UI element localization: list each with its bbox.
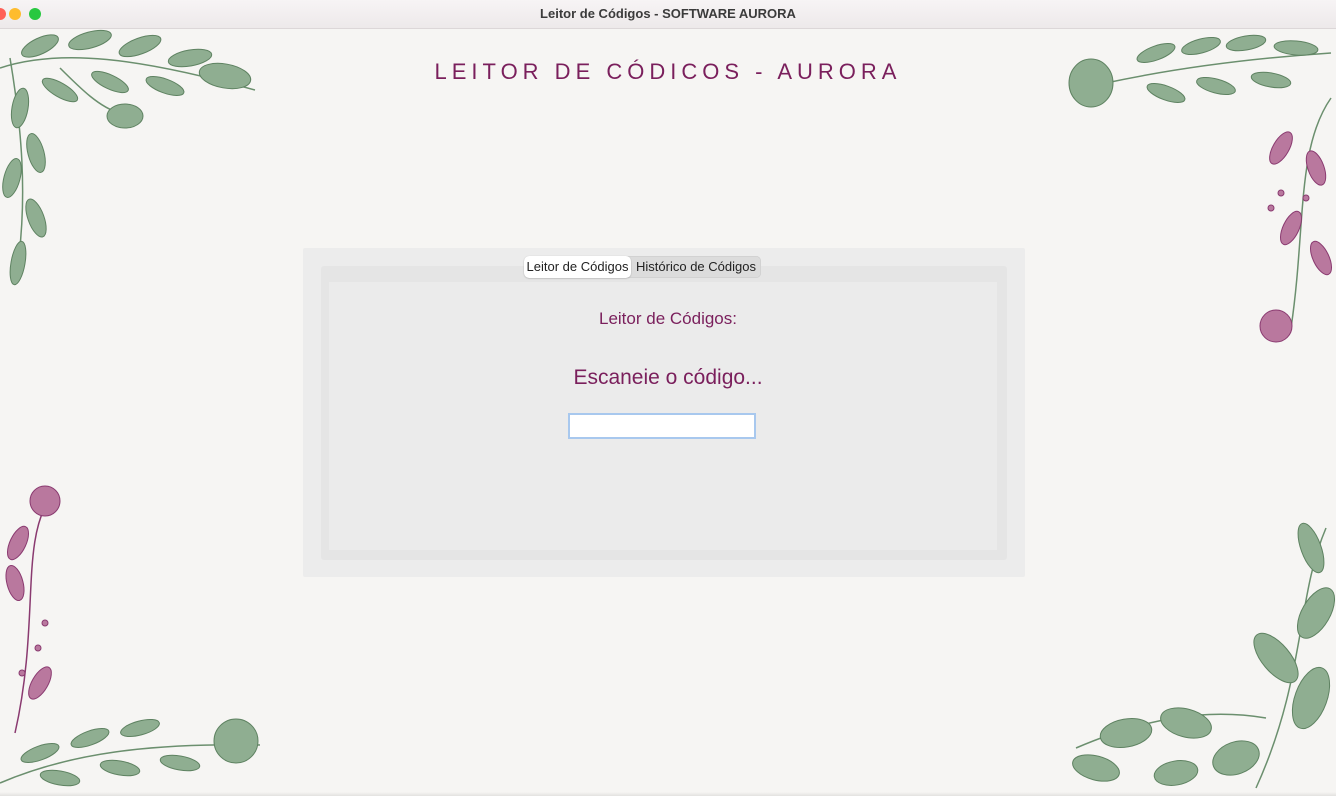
main-panel bbox=[303, 248, 1025, 577]
scan-prompt: Escaneie o código... bbox=[573, 366, 763, 389]
window-titlebar: Leitor de Códigos - SOFTWARE AURORA bbox=[0, 0, 1336, 29]
floral-bottom-left-decoration bbox=[0, 485, 261, 787]
app-title: LEITOR DE CÓDICOS - AURORA bbox=[434, 59, 902, 84]
tab-code-history[interactable]: Histórico de Códigos bbox=[631, 256, 761, 278]
reader-heading: Leitor de Códigos: bbox=[599, 309, 737, 328]
tab-bar: Leitor de Códigos Histórico de Códigos bbox=[524, 256, 761, 278]
window-title: Leitor de Códigos - SOFTWARE AURORA bbox=[540, 6, 796, 21]
bottom-edge-shadow bbox=[0, 792, 1336, 796]
floral-bottom-right-decoration bbox=[1072, 522, 1336, 789]
tab-code-reader[interactable]: Leitor de Códigos bbox=[524, 256, 631, 278]
code-input[interactable] bbox=[568, 413, 756, 439]
